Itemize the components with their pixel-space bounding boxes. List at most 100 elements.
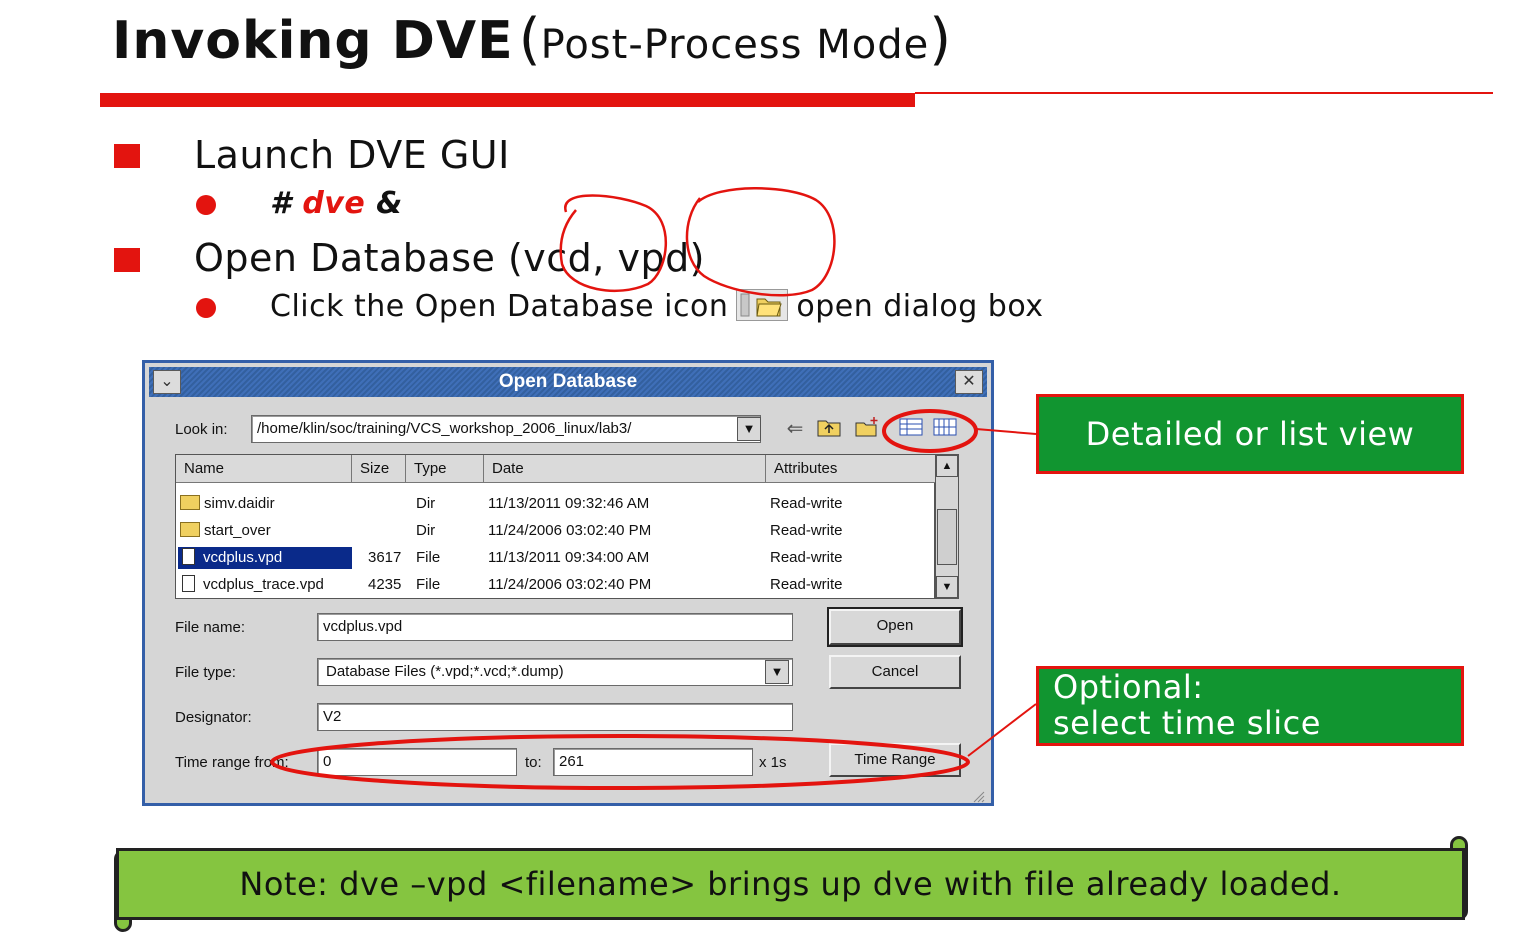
bullet-square-2 <box>114 248 140 272</box>
callout-time-slice: Optional: select time slice <box>1036 666 1464 746</box>
dialog-title: Open Database <box>498 371 638 392</box>
file-type: Dir <box>416 495 436 512</box>
chevron-down-icon: ▼ <box>770 664 784 679</box>
time-to-label: to: <box>525 754 542 771</box>
up-folder-icon <box>817 420 841 437</box>
file-icon <box>182 548 195 565</box>
file-type-dropdown-button[interactable]: ▼ <box>765 660 789 684</box>
file-name-input[interactable]: vcdplus.vpd <box>317 613 793 641</box>
file-list-scrollbar[interactable]: ▲ ▼ <box>935 454 959 599</box>
callout-detailed-view: Detailed or list view <box>1036 394 1464 474</box>
column-header-date[interactable]: Date <box>484 455 766 483</box>
time-unit: x 1s <box>759 754 787 771</box>
file-type: File <box>416 549 441 566</box>
file-attributes: Read-write <box>770 576 843 593</box>
designator-input[interactable]: V2 <box>317 703 793 731</box>
close-button[interactable]: ✕ <box>955 370 983 394</box>
table-row-selected[interactable]: vcdplus.vpd 3617 File 11/13/2011 09:34:0… <box>176 547 936 569</box>
file-type: Dir <box>416 522 436 539</box>
file-icon <box>182 575 195 592</box>
column-header-type[interactable]: Type <box>406 455 484 483</box>
cmd-hash: # <box>270 186 292 221</box>
title-paren-open: ( <box>518 7 541 72</box>
bullet-dot-2 <box>196 298 216 318</box>
file-size: 4235 <box>368 576 402 593</box>
title-main: Invoking DVE <box>112 11 514 71</box>
table-row[interactable]: simv.daidir Dir 11/13/2011 09:32:46 AM R… <box>176 493 936 515</box>
slide-title: Invoking DVE (Post-Process Mode) <box>112 12 951 68</box>
note-banner: Note: dve –vpd <filename> brings up dve … <box>116 848 1465 920</box>
file-date: 11/13/2011 09:32:46 AM <box>488 495 650 512</box>
bullet-dot-1 <box>196 195 216 215</box>
dialog-titlebar: Open Database <box>149 367 987 397</box>
file-date: 11/24/2006 03:02:40 PM <box>488 576 652 593</box>
file-name-cell: vcdplus.vpd <box>178 547 352 569</box>
file-attributes: Read-write <box>770 522 843 539</box>
look-in-label: Look in: <box>175 421 228 438</box>
resize-grip-icon[interactable] <box>971 789 985 803</box>
scroll-down-button[interactable]: ▼ <box>936 576 958 598</box>
time-range-button[interactable]: Time Range <box>829 743 961 777</box>
cancel-button[interactable]: Cancel <box>829 655 961 689</box>
bullet-dve-command: # dve & <box>270 186 403 221</box>
bullet-open-database: Open Database (vcd, vpd) <box>194 236 706 280</box>
open-database-icon <box>736 289 789 321</box>
file-name-cell: start_over <box>180 520 271 542</box>
new-folder-button[interactable] <box>853 416 881 442</box>
designator-label: Designator: <box>175 709 252 726</box>
file-size: 3617 <box>368 549 402 566</box>
open-button[interactable]: Open <box>827 607 963 647</box>
file-name: vcdplus_trace.vpd <box>203 576 324 593</box>
chevron-down-icon: ⌄ <box>160 373 174 390</box>
look-in-combo[interactable]: /home/klin/soc/training/VCS_workshop_200… <box>251 415 761 443</box>
bullet-launch-gui: Launch DVE GUI <box>194 133 510 177</box>
back-button[interactable]: ⇐ <box>781 416 809 442</box>
file-name-cell: simv.daidir <box>180 493 275 515</box>
title-paren-close: ) <box>929 7 952 72</box>
window-menu-button[interactable]: ⌄ <box>153 370 181 394</box>
list-view-button[interactable] <box>931 416 959 442</box>
look-in-dropdown-button[interactable]: ▼ <box>737 417 761 441</box>
title-subtitle: Post-Process Mode <box>540 22 930 68</box>
arrow-up-icon: ▲ <box>941 460 953 472</box>
file-name-cell: vcdplus_trace.vpd <box>178 574 324 596</box>
column-header-name[interactable]: Name <box>176 455 352 483</box>
file-list[interactable]: Name Size Type Date Attributes simv.daid… <box>175 454 936 599</box>
open-database-dialog: Open Database ⌄ ✕ Look in: /home/klin/so… <box>142 360 994 806</box>
table-row[interactable]: start_over Dir 11/24/2006 03:02:40 PM Re… <box>176 520 936 542</box>
cmd-dve: dve <box>302 186 366 221</box>
cmd-amp: & <box>376 186 403 221</box>
back-arrow-icon: ⇐ <box>786 418 804 440</box>
detail-view-button[interactable] <box>897 416 925 442</box>
list-view-icon <box>933 418 957 436</box>
file-date: 11/24/2006 03:02:40 PM <box>488 522 652 539</box>
file-attributes: Read-write <box>770 549 843 566</box>
new-folder-icon <box>855 417 878 437</box>
file-type-label: File type: <box>175 664 236 681</box>
callout-time-slice-line1: Optional: <box>1053 668 1204 706</box>
folder-icon <box>180 522 200 537</box>
up-folder-button[interactable] <box>815 416 843 442</box>
chevron-down-icon: ▼ <box>742 421 756 436</box>
close-icon: ✕ <box>962 373 976 390</box>
scroll-up-button[interactable]: ▲ <box>936 455 958 477</box>
table-row[interactable]: vcdplus_trace.vpd 4235 File 11/24/2006 0… <box>176 574 936 596</box>
file-type: File <box>416 576 441 593</box>
file-attributes: Read-write <box>770 495 843 512</box>
arrow-down-icon: ▼ <box>941 581 953 593</box>
click-text-after: open dialog box <box>796 289 1044 324</box>
folder-icon <box>180 495 200 510</box>
click-text-before: Click the Open Database icon <box>270 289 729 324</box>
file-type-select[interactable]: Database Files (*.vpd;*.vcd;*.dump) <box>317 658 793 686</box>
time-to-input[interactable]: 261 <box>553 748 753 776</box>
file-name: vcdplus.vpd <box>203 549 283 566</box>
bullet-square-1 <box>114 144 140 168</box>
column-header-attributes[interactable]: Attributes <box>766 455 936 483</box>
scrollbar-thumb[interactable] <box>937 509 957 565</box>
bullet-click-icon: Click the Open Database icon open dialog… <box>270 289 1044 324</box>
detail-view-icon <box>899 418 923 436</box>
title-underline-thin <box>915 92 1493 94</box>
time-from-input[interactable]: 0 <box>317 748 517 776</box>
column-header-size[interactable]: Size <box>352 455 406 483</box>
title-underline-thick <box>100 93 915 107</box>
